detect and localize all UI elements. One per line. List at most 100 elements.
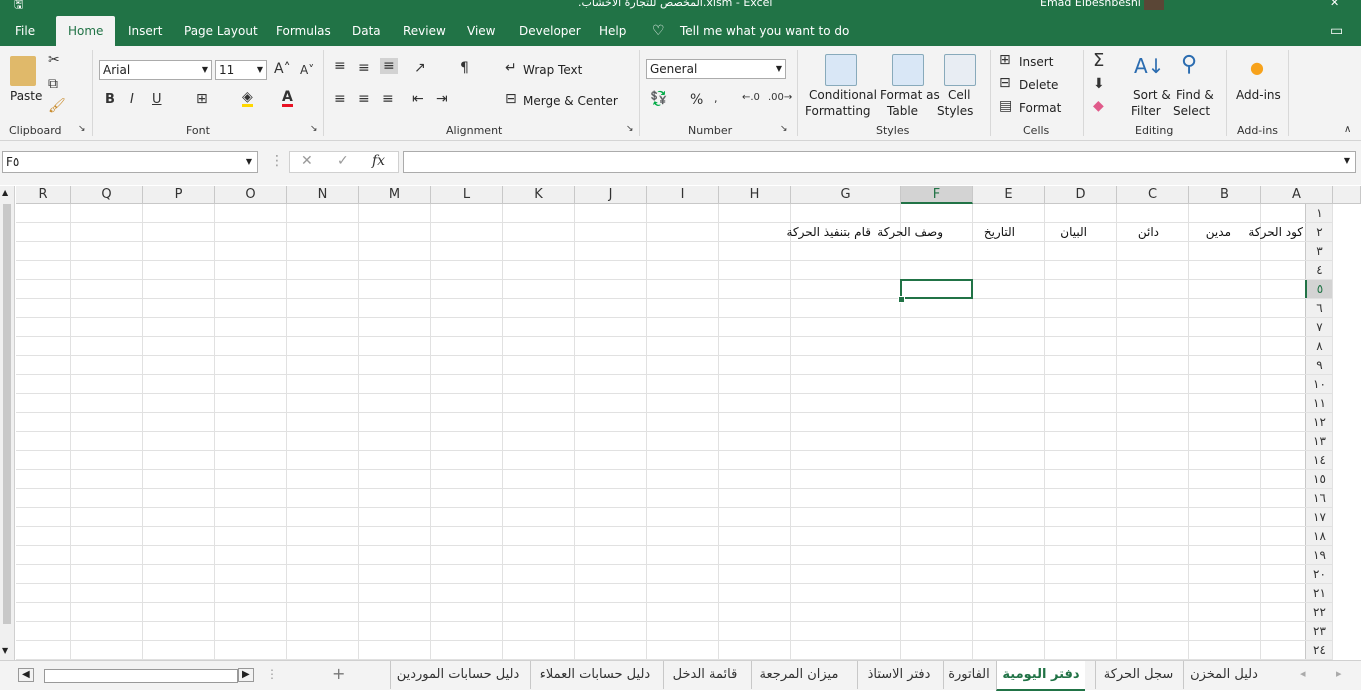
row-header[interactable]: ٨ [1305, 337, 1333, 356]
column-header[interactable]: H [719, 186, 791, 204]
number-format-select[interactable]: General ▼ [646, 59, 786, 79]
autosum-icon[interactable]: Σ [1093, 50, 1104, 71]
number-launcher-icon[interactable]: ↘ [780, 124, 788, 134]
row-header[interactable]: ٢٣ [1305, 622, 1333, 641]
increase-indent-icon[interactable]: ⇥ [436, 91, 448, 107]
column-header[interactable]: B [1189, 186, 1261, 204]
delete-cells-icon[interactable]: ⊟ [999, 75, 1011, 91]
column-header[interactable]: D [1045, 186, 1117, 204]
tab-review[interactable]: Review [403, 16, 446, 46]
paste-icon[interactable] [10, 56, 36, 86]
fill-icon[interactable]: ⬇ [1093, 76, 1105, 92]
header-cell-c[interactable]: دائن [1138, 225, 1159, 239]
name-box[interactable]: F٥ ▼ [2, 151, 258, 173]
row-header[interactable]: ٥ [1305, 280, 1333, 299]
comments-icon[interactable]: ▭ [1330, 16, 1343, 46]
formula-input[interactable]: ▼ [403, 151, 1356, 173]
tab-help[interactable]: Help [599, 16, 626, 46]
column-header[interactable]: L [431, 186, 503, 204]
wrap-text-button[interactable]: Wrap Text [523, 63, 582, 77]
header-cell-f[interactable]: وصف الحركة [877, 225, 943, 239]
conditional-formatting-icon[interactable] [825, 54, 857, 86]
alignment-launcher-icon[interactable]: ↘ [626, 124, 634, 134]
row-header[interactable]: ٢٢ [1305, 603, 1333, 622]
decrease-indent-icon[interactable]: ⇤ [412, 91, 424, 107]
align-right-icon[interactable]: ≡ [382, 91, 394, 107]
sort-filter-label-2[interactable]: Filter [1131, 104, 1161, 118]
row-header[interactable]: ١٩ [1305, 546, 1333, 565]
header-cell-g[interactable]: قام بتنفيذ الحركة [786, 225, 871, 239]
header-cell-d[interactable]: البيان [1060, 225, 1087, 239]
row-header[interactable]: ١٥ [1305, 470, 1333, 489]
insert-cells-icon[interactable]: ⊞ [999, 52, 1011, 68]
format-cells-button[interactable]: Format [1019, 101, 1061, 115]
font-launcher-icon[interactable]: ↘ [310, 124, 318, 134]
row-header[interactable]: ٢٠ [1305, 565, 1333, 584]
find-select-label-1[interactable]: Find & [1176, 88, 1214, 102]
find-select-label-2[interactable]: Select [1173, 104, 1210, 118]
format-painter-icon[interactable]: 🖌 [48, 98, 66, 114]
column-header[interactable]: G [791, 186, 901, 204]
column-header[interactable]: Q [71, 186, 143, 204]
column-header[interactable]: A [1261, 186, 1333, 204]
tab-scroll-right-icon[interactable]: ▸ [1336, 667, 1342, 680]
align-bottom-icon[interactable]: ≡ [380, 58, 398, 74]
sheet-tab[interactable]: دليل حسابات الموردين [390, 661, 525, 689]
row-header[interactable]: ٢٤ [1305, 641, 1333, 660]
row-header[interactable]: ١ [1305, 204, 1333, 223]
header-cell-a[interactable]: كود الحركة [1248, 225, 1303, 239]
wrap-text-icon[interactable]: ↵ [505, 60, 517, 76]
column-header[interactable]: M [359, 186, 431, 204]
format-as-table-icon[interactable] [892, 54, 924, 86]
column-header[interactable]: K [503, 186, 575, 204]
tab-formulas[interactable]: Formulas [276, 16, 331, 46]
row-header[interactable]: ١٤ [1305, 451, 1333, 470]
row-header[interactable]: ١٣ [1305, 432, 1333, 451]
column-header[interactable]: N [287, 186, 359, 204]
header-cell-e[interactable]: التاريخ [984, 225, 1015, 239]
fill-handle[interactable] [898, 296, 905, 303]
spreadsheet-grid[interactable]: R Q P O N M L K J I H G F E D C B A ١ ٢ ٣ ٤ ٥ ٦ ٧ ٨ ٩ ١٠ ١١ ١٢ ١٣ ١٤ ١٥ ١… [16, 186, 1361, 660]
cell-styles-label-2[interactable]: Styles [937, 104, 973, 118]
merge-icon[interactable]: ⊟ [505, 91, 517, 107]
avatar[interactable] [1144, 0, 1164, 10]
merge-center-button[interactable]: Merge & Center [523, 94, 618, 108]
row-header[interactable]: ٤ [1305, 261, 1333, 280]
scroll-thumb[interactable] [3, 204, 11, 624]
scroll-left-icon[interactable]: ◀ [18, 668, 34, 682]
tab-page-layout[interactable]: Page Layout [184, 16, 258, 46]
tell-me-search[interactable]: Tell me what you want to do [680, 16, 849, 46]
orientation-icon[interactable]: ↗ [414, 60, 426, 76]
align-top-icon[interactable]: ≡ [334, 58, 346, 74]
underline-button[interactable]: U [152, 92, 162, 107]
decrease-decimal-icon[interactable]: .00→ [768, 92, 792, 103]
tab-view[interactable]: View [467, 16, 495, 46]
copy-icon[interactable]: ⧉ [48, 76, 58, 92]
sheet-tab[interactable]: دفتر اليومية [996, 661, 1085, 691]
sheet-tab[interactable]: سجل الحركة [1095, 661, 1181, 689]
column-header[interactable]: J [575, 186, 647, 204]
accounting-format-icon[interactable]: 💱 [650, 91, 667, 107]
increase-decimal-icon[interactable]: ←.0 [742, 92, 760, 103]
select-all-corner[interactable] [1333, 186, 1361, 204]
row-header[interactable]: ٩ [1305, 356, 1333, 375]
addins-button[interactable]: Add-ins [1236, 88, 1281, 102]
horizontal-scrollbar[interactable] [44, 669, 238, 683]
column-header[interactable]: P [143, 186, 215, 204]
font-name-select[interactable]: Arial ▼ [99, 60, 212, 80]
comma-style-icon[interactable]: , [714, 92, 718, 105]
row-header[interactable]: ٦ [1305, 299, 1333, 318]
row-header[interactable]: ١٠ [1305, 375, 1333, 394]
sort-filter-label-1[interactable]: Sort & [1133, 88, 1171, 102]
column-header[interactable]: E [973, 186, 1045, 204]
add-sheet-button[interactable]: + [332, 664, 345, 683]
tab-file[interactable]: File [15, 16, 35, 46]
sheet-tab[interactable]: ميزان المرجعة [751, 661, 846, 689]
selected-cell[interactable] [900, 279, 973, 299]
font-size-select[interactable]: 11 ▼ [215, 60, 267, 80]
align-left-icon[interactable]: ≡ [334, 91, 346, 107]
split-icon[interactable]: ⋮ [266, 667, 278, 681]
font-color-icon[interactable]: A [282, 90, 293, 107]
format-cells-icon[interactable]: ▤ [999, 98, 1012, 114]
cut-icon[interactable]: ✂ [48, 52, 60, 68]
